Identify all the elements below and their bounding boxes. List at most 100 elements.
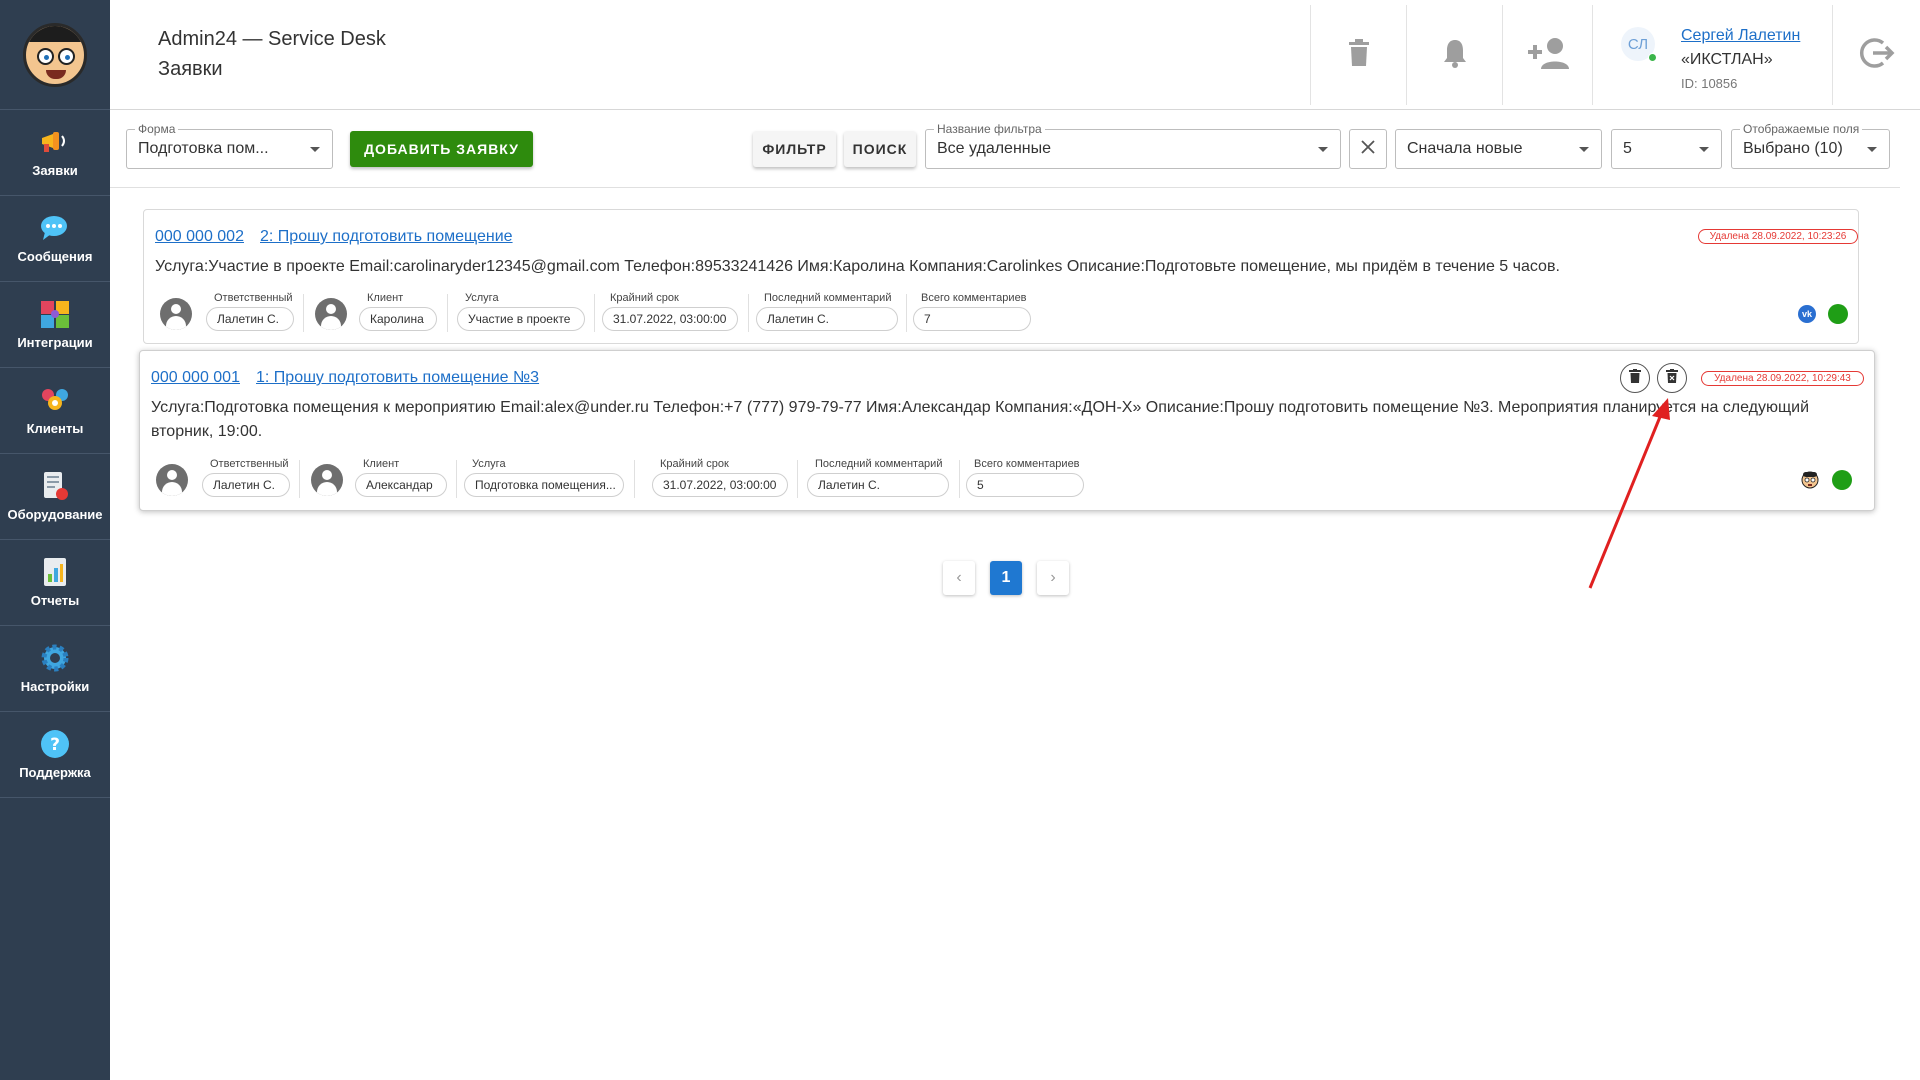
pagination-page-1[interactable]: 1 xyxy=(990,561,1022,595)
pagination-next-button[interactable]: › xyxy=(1037,561,1069,595)
ticket-number-link[interactable]: 000 000 001 xyxy=(151,369,240,387)
trash-button[interactable] xyxy=(1310,5,1406,105)
delete-button[interactable] xyxy=(1620,363,1650,393)
online-status-dot xyxy=(1648,53,1657,62)
help-icon: ? xyxy=(39,729,71,759)
meta-value: Участие в проекте xyxy=(457,307,585,331)
sidebar-item-settings[interactable]: Настройки xyxy=(0,626,110,712)
sidebar-item-label: Сообщения xyxy=(17,249,93,264)
megaphone-icon xyxy=(39,127,71,157)
ticket-description: Услуга:Участие в проекте Email:carolinar… xyxy=(155,258,1560,275)
sort-select-value: Сначала новые xyxy=(1407,140,1523,157)
meta-value: Лалетин С. xyxy=(807,473,949,497)
clear-filter-button[interactable] xyxy=(1349,129,1387,169)
trash-icon xyxy=(1348,38,1370,72)
meta-value: 31.07.2022, 03:00:00 xyxy=(602,307,738,331)
meta-label: Всего комментариев xyxy=(921,292,1027,304)
per-page-select[interactable]: 5 xyxy=(1611,129,1722,169)
notifications-button[interactable] xyxy=(1406,5,1502,105)
close-icon xyxy=(1360,139,1376,160)
puzzle-icon xyxy=(39,299,71,329)
form-select-value: Подготовка пом... xyxy=(138,140,269,157)
sidebar-item-messages[interactable]: Сообщения xyxy=(0,196,110,282)
meta-value: Лалетин С. xyxy=(202,473,290,497)
form-select-label: Форма xyxy=(135,122,179,136)
logout-icon xyxy=(1859,35,1895,76)
user-name-link[interactable]: Сергей Лалетин xyxy=(1681,27,1800,45)
ticket-meta-row: Ответственный Лалетин С. Клиент Александ… xyxy=(156,458,1256,502)
sidebar-item-equipment[interactable]: Оборудование xyxy=(0,454,110,540)
filter-name-label: Название фильтра xyxy=(934,122,1045,136)
filter-name-value: Все удаленные xyxy=(937,140,1052,157)
sidebar-item-label: Поддержка xyxy=(19,765,91,780)
user-id: ID: 10856 xyxy=(1681,76,1738,91)
add-ticket-button[interactable]: ДОБАВИТЬ ЗАЯВКУ xyxy=(350,131,533,167)
add-user-button[interactable] xyxy=(1502,5,1592,105)
sidebar-item-clients[interactable]: Клиенты xyxy=(0,368,110,454)
ticket-description: Услуга:Подготовка помещения к мероприяти… xyxy=(151,399,1810,440)
ticket-title-link[interactable]: 1: Прошу подготовить помещение №3 xyxy=(256,369,539,387)
logout-button[interactable] xyxy=(1832,5,1920,105)
add-user-icon xyxy=(1526,37,1570,74)
equipment-icon xyxy=(39,471,71,501)
trash-icon xyxy=(1629,368,1641,388)
status-dot xyxy=(1828,304,1848,324)
vk-icon: vk xyxy=(1798,305,1816,323)
meta-value: 31.07.2022, 03:00:00 xyxy=(652,473,788,497)
meta-label: Услуга xyxy=(465,292,499,304)
meta-deadline: Крайний срок 31.07.2022, 03:00:00 xyxy=(652,458,788,502)
meta-responsible: Ответственный Лалетин С. xyxy=(206,292,296,336)
filter-name-select[interactable]: Название фильтра Все удаленные xyxy=(925,122,1341,169)
person-icon xyxy=(311,464,343,496)
sidebar-item-integrations[interactable]: Интеграции xyxy=(0,282,110,368)
toolbar: Форма Подготовка пом... ДОБАВИТЬ ЗАЯВКУ … xyxy=(110,111,1900,188)
chevron-down-icon xyxy=(310,147,320,152)
sidebar-item-label: Клиенты xyxy=(26,421,84,436)
operator-avatar-icon xyxy=(1801,471,1819,489)
deleted-badge: Удалена 28.09.2022, 10:23:26 xyxy=(1698,229,1858,244)
chevron-down-icon xyxy=(1699,147,1709,152)
meta-total-comments: Всего комментариев 5 xyxy=(966,458,1084,502)
clients-icon xyxy=(39,385,71,415)
user-profile: СЛ Сергей Лалетин «ИКСТЛАН» ID: 10856 xyxy=(1592,5,1832,105)
meta-service: Услуга Подготовка помещения... xyxy=(464,458,624,502)
displayed-fields-value: Выбрано (10) xyxy=(1743,140,1843,157)
person-icon xyxy=(160,298,192,330)
displayed-fields-select[interactable]: Отображаемые поля Выбрано (10) xyxy=(1731,122,1890,169)
meta-last-comment: Последний комментарий Лалетин С. xyxy=(756,292,898,336)
sidebar-item-label: Настройки xyxy=(20,679,90,694)
sidebar-item-support[interactable]: ? Поддержка xyxy=(0,712,110,798)
filter-button[interactable]: ФИЛЬТР xyxy=(753,131,836,167)
meta-label: Последний комментарий xyxy=(815,458,943,470)
ticket-card[interactable]: 000 000 002 2: Прошу подготовить помещен… xyxy=(143,209,1859,344)
search-button[interactable]: ПОИСК xyxy=(844,131,916,167)
ticket-card[interactable]: 000 000 001 1: Прошу подготовить помещен… xyxy=(139,350,1875,511)
pagination-prev-button[interactable]: ‹ xyxy=(943,561,975,595)
meta-label: Ответственный xyxy=(210,458,289,470)
meta-label: Клиент xyxy=(367,292,404,304)
svg-text:?: ? xyxy=(50,735,60,755)
app-logo[interactable] xyxy=(0,0,110,110)
page-title: Заявки xyxy=(158,58,223,80)
sort-select[interactable]: Сначала новые xyxy=(1395,129,1602,169)
meta-label: Крайний срок xyxy=(660,458,729,470)
ticket-number-link[interactable]: 000 000 002 xyxy=(155,228,244,246)
sidebar-item-tickets[interactable]: Заявки xyxy=(0,110,110,196)
meta-responsible: Ответственный Лалетин С. xyxy=(202,458,292,502)
trash-x-icon xyxy=(1666,368,1678,388)
gear-icon xyxy=(39,643,71,673)
meta-client: Клиент Александар xyxy=(355,458,447,502)
chat-icon xyxy=(39,213,71,243)
person-icon xyxy=(315,298,347,330)
ticket-title-link[interactable]: 2: Прошу подготовить помещение xyxy=(260,228,513,246)
meta-deadline: Крайний срок 31.07.2022, 03:00:00 xyxy=(602,292,738,336)
delete-permanently-button[interactable] xyxy=(1657,363,1687,393)
form-select[interactable]: Форма Подготовка пом... xyxy=(126,122,333,169)
meta-client: Клиент Каролина xyxy=(359,292,439,336)
mascot-logo-icon xyxy=(23,22,87,87)
bell-icon xyxy=(1442,38,1468,73)
sidebar-item-reports[interactable]: Отчеты xyxy=(0,540,110,626)
displayed-fields-label: Отображаемые поля xyxy=(1740,122,1863,136)
person-icon xyxy=(156,464,188,496)
meta-value: 5 xyxy=(966,473,1084,497)
